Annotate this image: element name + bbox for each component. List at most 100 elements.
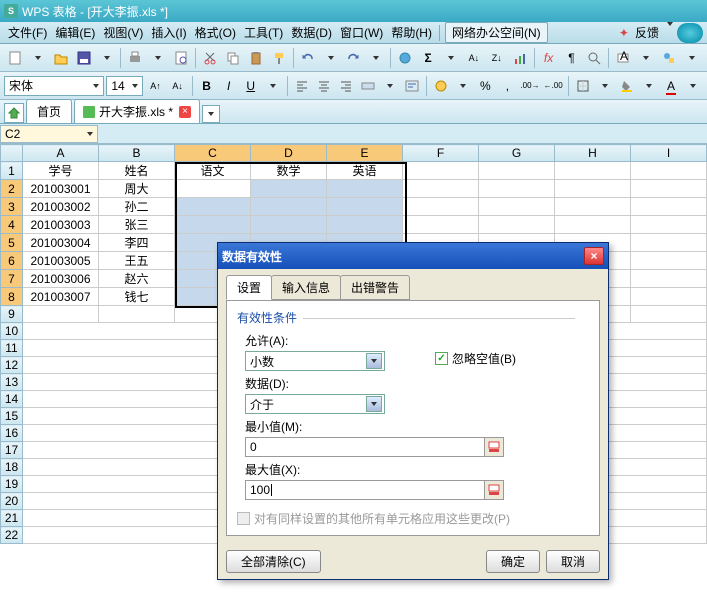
- apply-all-checkbox[interactable]: 对有同样设置的其他所有单元格应用这些更改(P): [237, 510, 589, 527]
- decrease-decimal-button[interactable]: ←.00: [543, 75, 564, 97]
- comma-button[interactable]: ,: [497, 75, 517, 97]
- row-header[interactable]: 21: [1, 510, 23, 527]
- cell[interactable]: [555, 162, 631, 180]
- menu-feedback-dropdown[interactable]: [667, 26, 673, 40]
- home-tab-icon[interactable]: [4, 103, 24, 123]
- menu-data[interactable]: 数据(D): [287, 24, 336, 41]
- find-button[interactable]: [583, 47, 605, 69]
- cell[interactable]: 语文: [175, 162, 251, 180]
- row-header[interactable]: 18: [1, 459, 23, 476]
- cell[interactable]: [403, 162, 479, 180]
- ok-button[interactable]: 确定: [486, 550, 540, 573]
- row-header[interactable]: 16: [1, 425, 23, 442]
- font-color-button[interactable]: A: [661, 75, 681, 97]
- cell[interactable]: [479, 162, 555, 180]
- cell[interactable]: 孙二: [99, 198, 175, 216]
- row-header[interactable]: 22: [1, 527, 23, 544]
- font-color-dropdown[interactable]: [683, 75, 703, 97]
- fill-color-dropdown[interactable]: [639, 75, 659, 97]
- autosum-button[interactable]: Σ: [417, 47, 439, 69]
- bold-button[interactable]: B: [197, 75, 217, 97]
- font-size-select[interactable]: 14: [106, 76, 143, 96]
- row-header[interactable]: 1: [1, 162, 23, 180]
- row-header[interactable]: 3: [1, 198, 23, 216]
- cell[interactable]: [631, 198, 707, 216]
- cell[interactable]: 数学: [251, 162, 327, 180]
- tab-close-button[interactable]: ×: [179, 106, 191, 118]
- cell[interactable]: 张三: [99, 216, 175, 234]
- formula-button[interactable]: fx: [538, 47, 560, 69]
- cell[interactable]: 李四: [99, 234, 175, 252]
- fill-color-button[interactable]: [617, 75, 637, 97]
- cell[interactable]: 学号: [23, 162, 99, 180]
- cell[interactable]: 王五: [99, 252, 175, 270]
- cell[interactable]: [403, 180, 479, 198]
- row-header[interactable]: 20: [1, 493, 23, 510]
- row-header[interactable]: 11: [1, 340, 23, 357]
- col-header[interactable]: F: [403, 145, 479, 162]
- col-header[interactable]: I: [631, 145, 707, 162]
- cell[interactable]: 钱七: [99, 288, 175, 306]
- cell[interactable]: 201003006: [23, 270, 99, 288]
- redo-dropdown[interactable]: [365, 47, 387, 69]
- cell[interactable]: [631, 270, 707, 288]
- range-picker-button[interactable]: [484, 437, 504, 457]
- cell[interactable]: [175, 216, 251, 234]
- row-header[interactable]: 4: [1, 216, 23, 234]
- align-right-button[interactable]: [336, 75, 356, 97]
- cell[interactable]: [631, 288, 707, 306]
- row-header[interactable]: 13: [1, 374, 23, 391]
- italic-button[interactable]: I: [219, 75, 239, 97]
- col-header[interactable]: B: [99, 145, 175, 162]
- shapes-dropdown[interactable]: [681, 47, 703, 69]
- new-dropdown[interactable]: [27, 47, 49, 69]
- cell[interactable]: [555, 180, 631, 198]
- redo-button[interactable]: [342, 47, 364, 69]
- min-input[interactable]: 0: [245, 437, 485, 457]
- tab-list-button[interactable]: [202, 105, 220, 123]
- home-tab[interactable]: 首页: [26, 99, 72, 123]
- sort-desc-button[interactable]: Z↓: [486, 47, 508, 69]
- menu-help[interactable]: 帮助(H): [387, 24, 436, 41]
- menu-file[interactable]: 文件(F): [4, 24, 51, 41]
- undo-dropdown[interactable]: [320, 47, 342, 69]
- row-header[interactable]: 12: [1, 357, 23, 374]
- underline-dropdown[interactable]: [263, 75, 283, 97]
- cell[interactable]: [251, 216, 327, 234]
- cell[interactable]: [23, 306, 99, 323]
- textbox-dropdown[interactable]: [635, 47, 657, 69]
- menu-format[interactable]: 格式(O): [191, 24, 240, 41]
- menu-edit[interactable]: 编辑(E): [51, 24, 99, 41]
- cell[interactable]: 英语: [327, 162, 403, 180]
- font-grow-button[interactable]: A↑: [145, 75, 165, 97]
- row-header[interactable]: 2: [1, 180, 23, 198]
- cell[interactable]: 201003002: [23, 198, 99, 216]
- borders-button[interactable]: [573, 75, 593, 97]
- row-header[interactable]: 17: [1, 442, 23, 459]
- save-dropdown[interactable]: [96, 47, 118, 69]
- cell[interactable]: [327, 180, 403, 198]
- cell[interactable]: [555, 198, 631, 216]
- col-header[interactable]: A: [23, 145, 99, 162]
- cell[interactable]: [327, 216, 403, 234]
- data-select[interactable]: 介于: [245, 394, 385, 414]
- cell[interactable]: [99, 306, 175, 323]
- tab-input-message[interactable]: 输入信息: [271, 275, 341, 300]
- format-painter-button[interactable]: [268, 47, 290, 69]
- allow-select[interactable]: 小数: [245, 351, 385, 371]
- menu-insert[interactable]: 插入(I): [147, 24, 190, 41]
- dialog-title-bar[interactable]: 数据有效性 ×: [218, 243, 608, 269]
- name-box[interactable]: C2: [0, 125, 98, 143]
- cell[interactable]: [251, 198, 327, 216]
- cell[interactable]: [631, 216, 707, 234]
- symbol-button[interactable]: ¶: [560, 47, 582, 69]
- cell[interactable]: 201003004: [23, 234, 99, 252]
- menu-view[interactable]: 视图(V): [99, 24, 147, 41]
- cell[interactable]: [631, 162, 707, 180]
- cell[interactable]: [175, 198, 251, 216]
- cell[interactable]: [555, 216, 631, 234]
- cell[interactable]: [251, 180, 327, 198]
- document-tab[interactable]: 开大李振.xls * ×: [74, 99, 200, 123]
- align-left-button[interactable]: [292, 75, 312, 97]
- undo-button[interactable]: [297, 47, 319, 69]
